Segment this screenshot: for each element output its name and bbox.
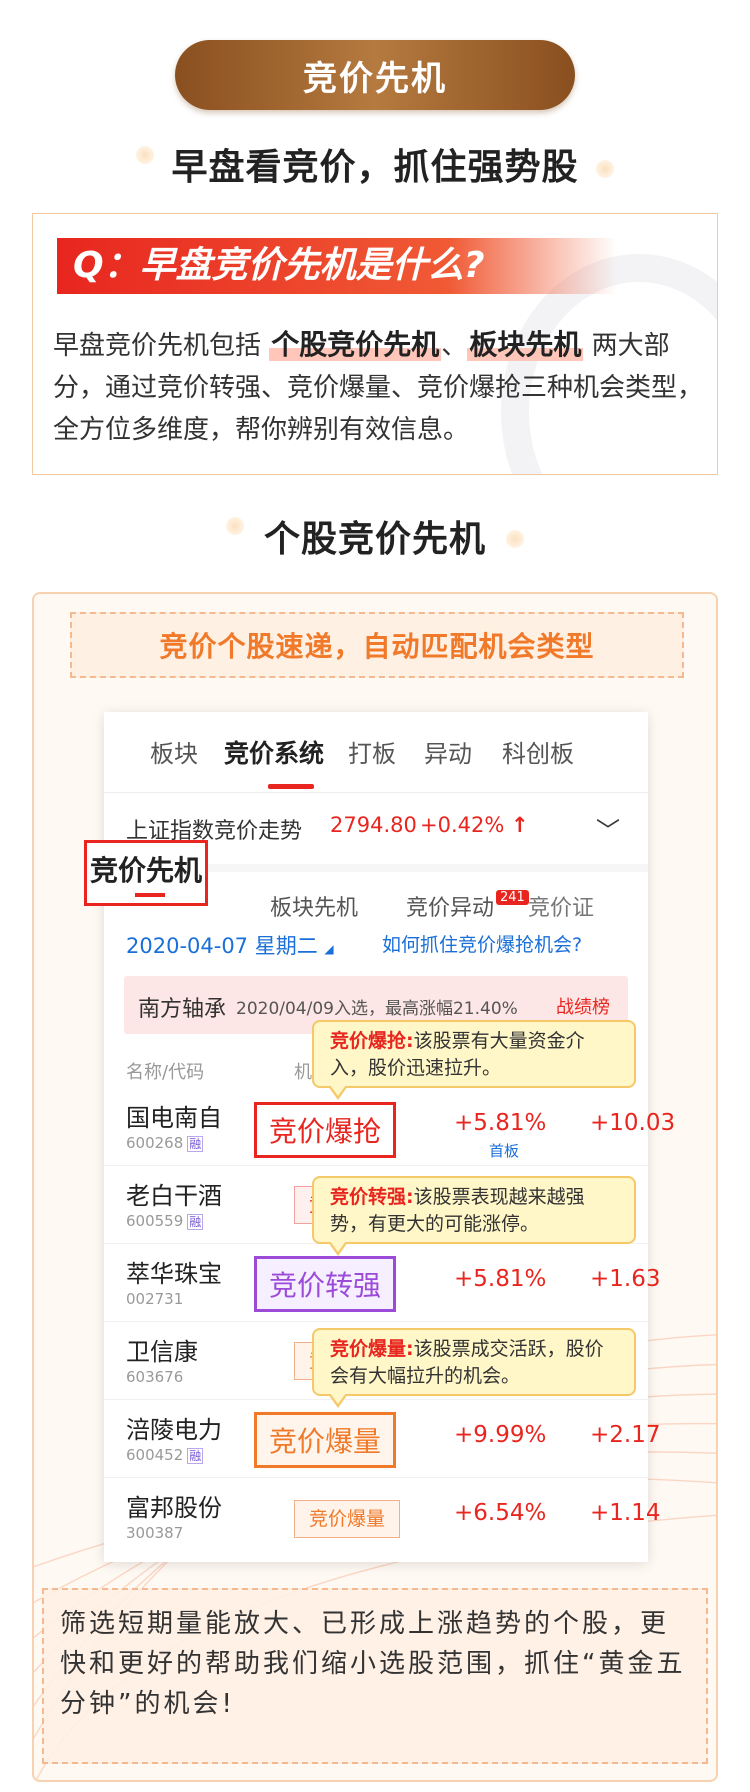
index-change-value: +0.42% <box>420 813 505 837</box>
count-badge: 241 <box>496 890 529 905</box>
stock-name: 国电南自 <box>126 1104 222 1132</box>
highlight-stock-bidding: 个股竞价先机 <box>269 328 442 361</box>
subtab-bidding-anomaly-label: 竞价异动 <box>406 896 495 921</box>
section-banner: 竞价先机 <box>175 40 575 110</box>
page-heading: 早盘看竞价，抓住强势股 <box>0 138 750 190</box>
stock-code-value: 600268 <box>126 1134 184 1152</box>
tab-sector[interactable]: 板块 <box>150 734 198 769</box>
top-tabs: 板块 竞价系统 打板 异动 科创板 <box>104 712 648 790</box>
opportunity-tag: 竞价爆量 <box>294 1500 400 1538</box>
notice-detail: 2020/04/09入选，最高涨幅21.40% <box>236 999 518 1019</box>
stock-code: 300387 <box>126 1524 184 1542</box>
tooltip-title: 竞价爆量: <box>330 1338 414 1360</box>
subtab-sector-opportunity[interactable]: 板块先机 <box>270 890 358 922</box>
app-screenshot: 板块 竞价系统 打板 异动 科创板 上证指数竞价走势 2794.80 +0.42… <box>84 712 675 1562</box>
tooltip-bidding-grab: 竞价爆抢:该股票有大量资金介入，股价迅速拉升。 <box>312 1020 636 1100</box>
first-board-label: 首板 <box>489 1142 520 1160</box>
section-heading: 个股竞价先机 <box>0 510 750 562</box>
tab-star-market[interactable]: 科创板 <box>502 734 574 769</box>
tab-anomaly[interactable]: 异动 <box>424 734 472 769</box>
stock-name: 富邦股份 <box>126 1494 222 1522</box>
tab-limit-up[interactable]: 打板 <box>348 734 396 769</box>
margin-badge: 融 <box>187 1136 204 1152</box>
feature-card: 竞价个股速递，自动匹配机会类型 板块 竞价系统 打板 异动 科创板 上证指数竞价… <box>32 592 718 1782</box>
question-text-a: 早盘竞价先机包括 <box>53 331 262 361</box>
question-box: Q：早盘竞价先机是什么? 早盘竞价先机包括 个股竞价先机、板块先机 两大部分，通… <box>32 213 718 475</box>
subtab-bidding-anomaly[interactable]: 竞价异动 241 <box>406 890 529 922</box>
page-heading-text: 早盘看竞价，抓住强势股 <box>167 138 583 190</box>
stock-code: 603676 <box>126 1368 184 1386</box>
tag-bidding-strong: 竞价转强 <box>254 1256 396 1312</box>
summary-box: 筛选短期量能放大、已形成上涨趋势的个股，更快和更好的帮助我们缩小选股范围，抓住“… <box>42 1588 708 1764</box>
date-selector[interactable]: 2020-04-07 星期二 ◢ <box>126 930 334 960</box>
day-change: +1.63 <box>590 1266 661 1292</box>
stock-name: 萃华珠宝 <box>126 1260 222 1288</box>
stock-name: 老白干酒 <box>126 1182 222 1210</box>
help-link[interactable]: 如何抓住竞价爆抢机会? <box>382 930 582 957</box>
bid-change: +5.81% <box>454 1110 547 1136</box>
active-tab-indicator <box>268 784 314 789</box>
index-value: 2794.80 <box>330 813 417 837</box>
bid-change: +6.54% <box>454 1500 547 1526</box>
notice-stock: 南方轴承 <box>138 997 227 1022</box>
margin-badge: 融 <box>187 1214 204 1230</box>
stock-name: 涪陵电力 <box>126 1416 222 1444</box>
subtab-bidding-opportunity-highlight[interactable]: 竞价先机 <box>84 840 208 906</box>
tooltip-title: 竞价转强: <box>330 1186 414 1208</box>
day-change: +10.03 <box>590 1110 676 1136</box>
tab-bidding-system[interactable]: 竞价系统 <box>224 734 324 770</box>
chevron-down-icon[interactable]: ﹀ <box>596 811 620 846</box>
section-heading-text: 个股竞价先机 <box>259 510 491 562</box>
question-text: 早盘竞价先机包括 个股竞价先机、板块先机 两大部分，通过竞价转强、竞价爆量、竞价… <box>53 328 704 445</box>
tooltip-bidding-strong: 竞价转强:该股票表现越来越强势，有更大的可能涨停。 <box>312 1176 636 1256</box>
tooltip-bidding-volume: 竞价爆量:该股票成交活跃，股价会有大幅拉升的机会。 <box>312 1328 636 1408</box>
banner-title: 竞价先机 <box>303 58 447 99</box>
question-title: Q：早盘竞价先机是什么? <box>57 238 617 294</box>
column-header-name: 名称/代码 <box>126 1062 205 1083</box>
tooltip-title: 竞价爆抢: <box>330 1030 414 1052</box>
tag-bidding-grab: 竞价爆抢 <box>254 1102 396 1158</box>
tag-bidding-volume: 竞价爆量 <box>254 1412 396 1468</box>
active-subtab-indicator <box>135 893 165 897</box>
date-row: 2020-04-07 星期二 ◢ 如何抓住竞价爆抢机会? <box>104 930 648 970</box>
table-row[interactable]: 富邦股份 300387 竞价爆量 +6.54% +1.14 <box>104 1478 660 1556</box>
caret-icon: ◢ <box>324 942 334 956</box>
bid-change: +9.99% <box>454 1422 547 1448</box>
stock-code-value: 600559 <box>126 1212 184 1230</box>
highlight-sector: 板块先机 <box>467 328 584 361</box>
index-change: +0.42% ↑ <box>420 813 529 837</box>
margin-badge: 融 <box>187 1448 204 1464</box>
card-title: 竞价个股速递，自动匹配机会类型 <box>70 612 684 678</box>
stock-code: 600268 融 <box>126 1134 204 1152</box>
subtab-more[interactable]: 竞价证 <box>528 890 648 922</box>
date-text: 2020-04-07 星期二 <box>126 934 318 958</box>
stock-name: 卫信康 <box>126 1338 198 1366</box>
day-change: +2.17 <box>590 1422 661 1448</box>
stock-code: 002731 <box>126 1290 184 1308</box>
stock-code: 600559 融 <box>126 1212 204 1230</box>
up-arrow-icon: ↑ <box>511 813 529 837</box>
stock-code-value: 600452 <box>126 1446 184 1464</box>
day-change: +1.14 <box>590 1500 661 1526</box>
subtab-bidding-opportunity: 竞价先机 <box>89 854 202 887</box>
stock-code: 600452 融 <box>126 1446 204 1464</box>
bid-change: +5.81% <box>454 1266 547 1292</box>
